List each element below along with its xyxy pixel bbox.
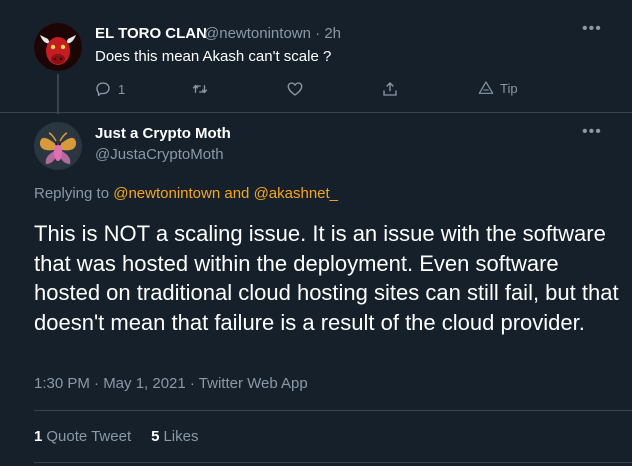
reply-icon [96, 82, 110, 97]
tweet-timestamp[interactable]: 1:30 PM · May 1, 2021 · Twitter Web App [34, 375, 308, 392]
separator-dot: · [315, 25, 325, 42]
parent-tweet-text: Does this mean Akash can't scale ? [95, 48, 332, 65]
main-display-name[interactable]: Just a Crypto Moth [95, 125, 231, 142]
tip-label: Tip [500, 80, 518, 96]
like-button[interactable] [286, 80, 304, 98]
reply-count: 1 [118, 81, 126, 97]
quote-label: Quote Tweet [46, 428, 132, 445]
heart-icon [287, 82, 303, 96]
parent-action-bar: 1 Tip [0, 80, 632, 100]
moth-avatar[interactable] [34, 122, 82, 170]
bull-avatar-icon [34, 23, 82, 71]
share-icon [383, 82, 397, 96]
replying-conjunction[interactable]: and [224, 185, 249, 202]
more-options-icon[interactable]: ••• [582, 124, 602, 140]
likes-stat[interactable]: 5 Likes [151, 428, 198, 445]
like-count: 5 [151, 428, 160, 445]
mention-link[interactable]: @akashnet_ [254, 185, 338, 202]
replying-to: Replying to @newtonintown and @akashnet_ [34, 185, 338, 202]
retweet-icon [192, 84, 208, 94]
main-handle[interactable]: @JustaCryptoMoth [95, 146, 224, 163]
stats-divider-top [34, 410, 632, 411]
quote-tweet-stat[interactable]: 1 Quote Tweet [34, 428, 131, 445]
share-button[interactable] [381, 80, 399, 98]
quote-count: 1 [34, 428, 43, 445]
tweet-thread-page: EL TORO CLAN @newtonintown · 2h ••• Does… [0, 0, 632, 466]
parent-tweet[interactable]: EL TORO CLAN @newtonintown · 2h ••• Does… [0, 0, 632, 114]
stats-divider-bottom [34, 462, 632, 463]
tip-button[interactable]: Tip [478, 80, 518, 96]
more-options-icon[interactable]: ••• [582, 21, 602, 37]
tweet-stats: 1 Quote Tweet 5 Likes [34, 428, 199, 445]
retweet-button[interactable] [190, 80, 210, 98]
main-tweet-text: This is NOT a scaling issue. It is an is… [34, 221, 619, 335]
moth-avatar-icon [34, 122, 82, 170]
parent-handle[interactable]: @newtonintown [204, 25, 311, 42]
like-label: Likes [163, 428, 199, 445]
tweet-divider [0, 112, 632, 113]
replying-prefix: Replying to [34, 185, 110, 202]
mention-link[interactable]: @newtonintown [113, 185, 220, 202]
parent-time[interactable]: 2h [324, 25, 341, 42]
reply-button[interactable]: 1 [94, 80, 125, 98]
bull-avatar[interactable] [34, 23, 82, 71]
parent-handle-time: @newtonintown · 2h [204, 25, 341, 42]
tip-icon [478, 81, 494, 94]
parent-display-name[interactable]: EL TORO CLAN [95, 25, 207, 42]
